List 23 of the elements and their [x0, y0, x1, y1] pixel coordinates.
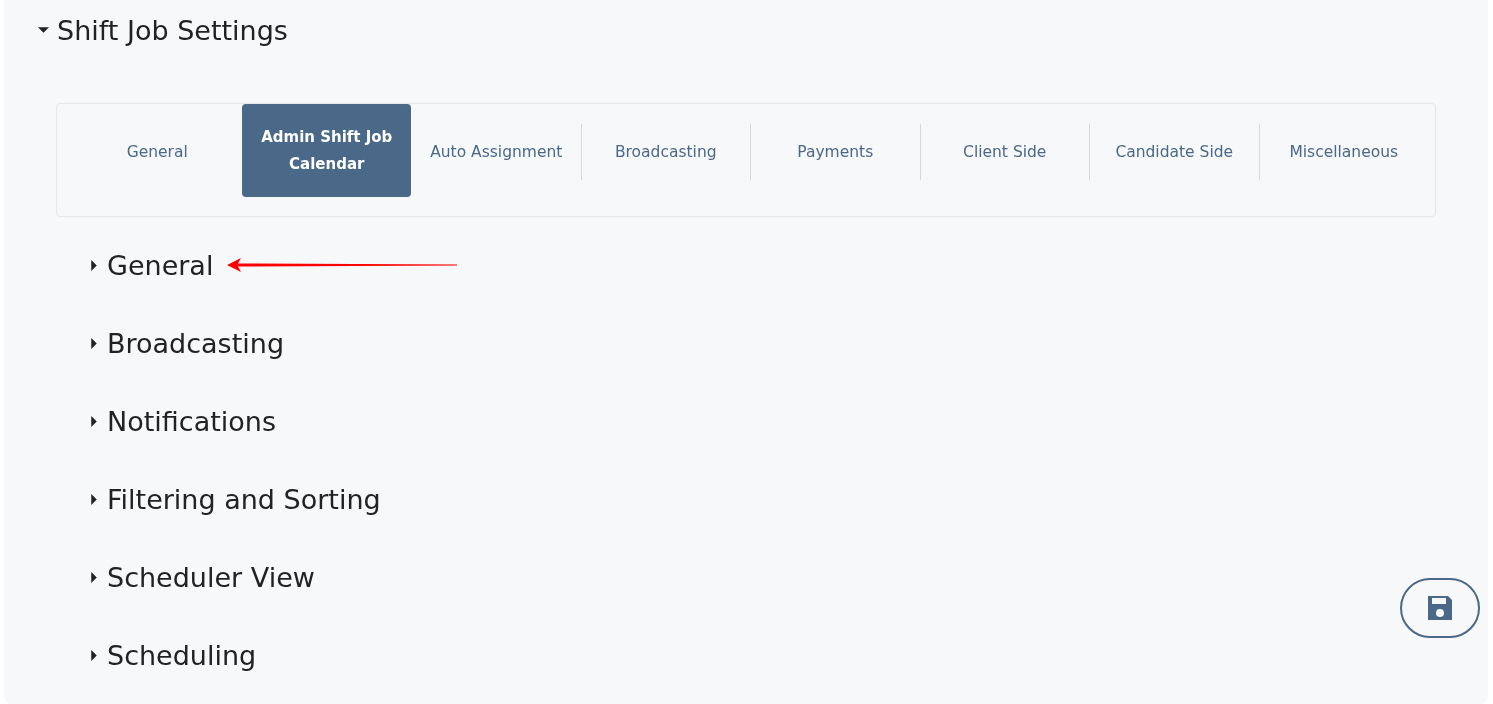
caret-right-icon[interactable] — [91, 415, 97, 427]
tab[interactable]: Miscellaneous — [1258, 124, 1428, 180]
tab[interactable]: Payments — [750, 124, 920, 180]
section-title[interactable]: Notifications — [107, 405, 276, 437]
caret-right-icon[interactable] — [91, 571, 97, 583]
tab[interactable]: Candidate Side — [1089, 124, 1259, 180]
tab[interactable]: Auto Assignment — [411, 124, 581, 180]
section-title[interactable]: Broadcasting — [107, 327, 285, 359]
save-button[interactable] — [1400, 578, 1480, 638]
caret-right-icon[interactable] — [91, 493, 97, 505]
section-title[interactable]: Scheduling — [107, 639, 257, 671]
caret-right-icon[interactable] — [91, 649, 97, 661]
caret-right-icon[interactable] — [91, 259, 97, 271]
pointer-arrow-icon — [227, 258, 458, 272]
section-title[interactable]: Filtering and Sorting — [107, 483, 381, 515]
tab[interactable]: Admin Shift Job Calendar — [241, 104, 411, 197]
caret-right-icon[interactable] — [91, 337, 97, 349]
tab[interactable]: Client Side — [919, 124, 1089, 180]
tab[interactable]: Broadcasting — [580, 124, 750, 180]
tab[interactable]: General — [72, 124, 242, 180]
section-title[interactable]: General — [107, 249, 214, 281]
section-title[interactable]: Scheduler View — [107, 561, 315, 593]
panel-title[interactable]: Shift Job Settings — [57, 14, 288, 46]
